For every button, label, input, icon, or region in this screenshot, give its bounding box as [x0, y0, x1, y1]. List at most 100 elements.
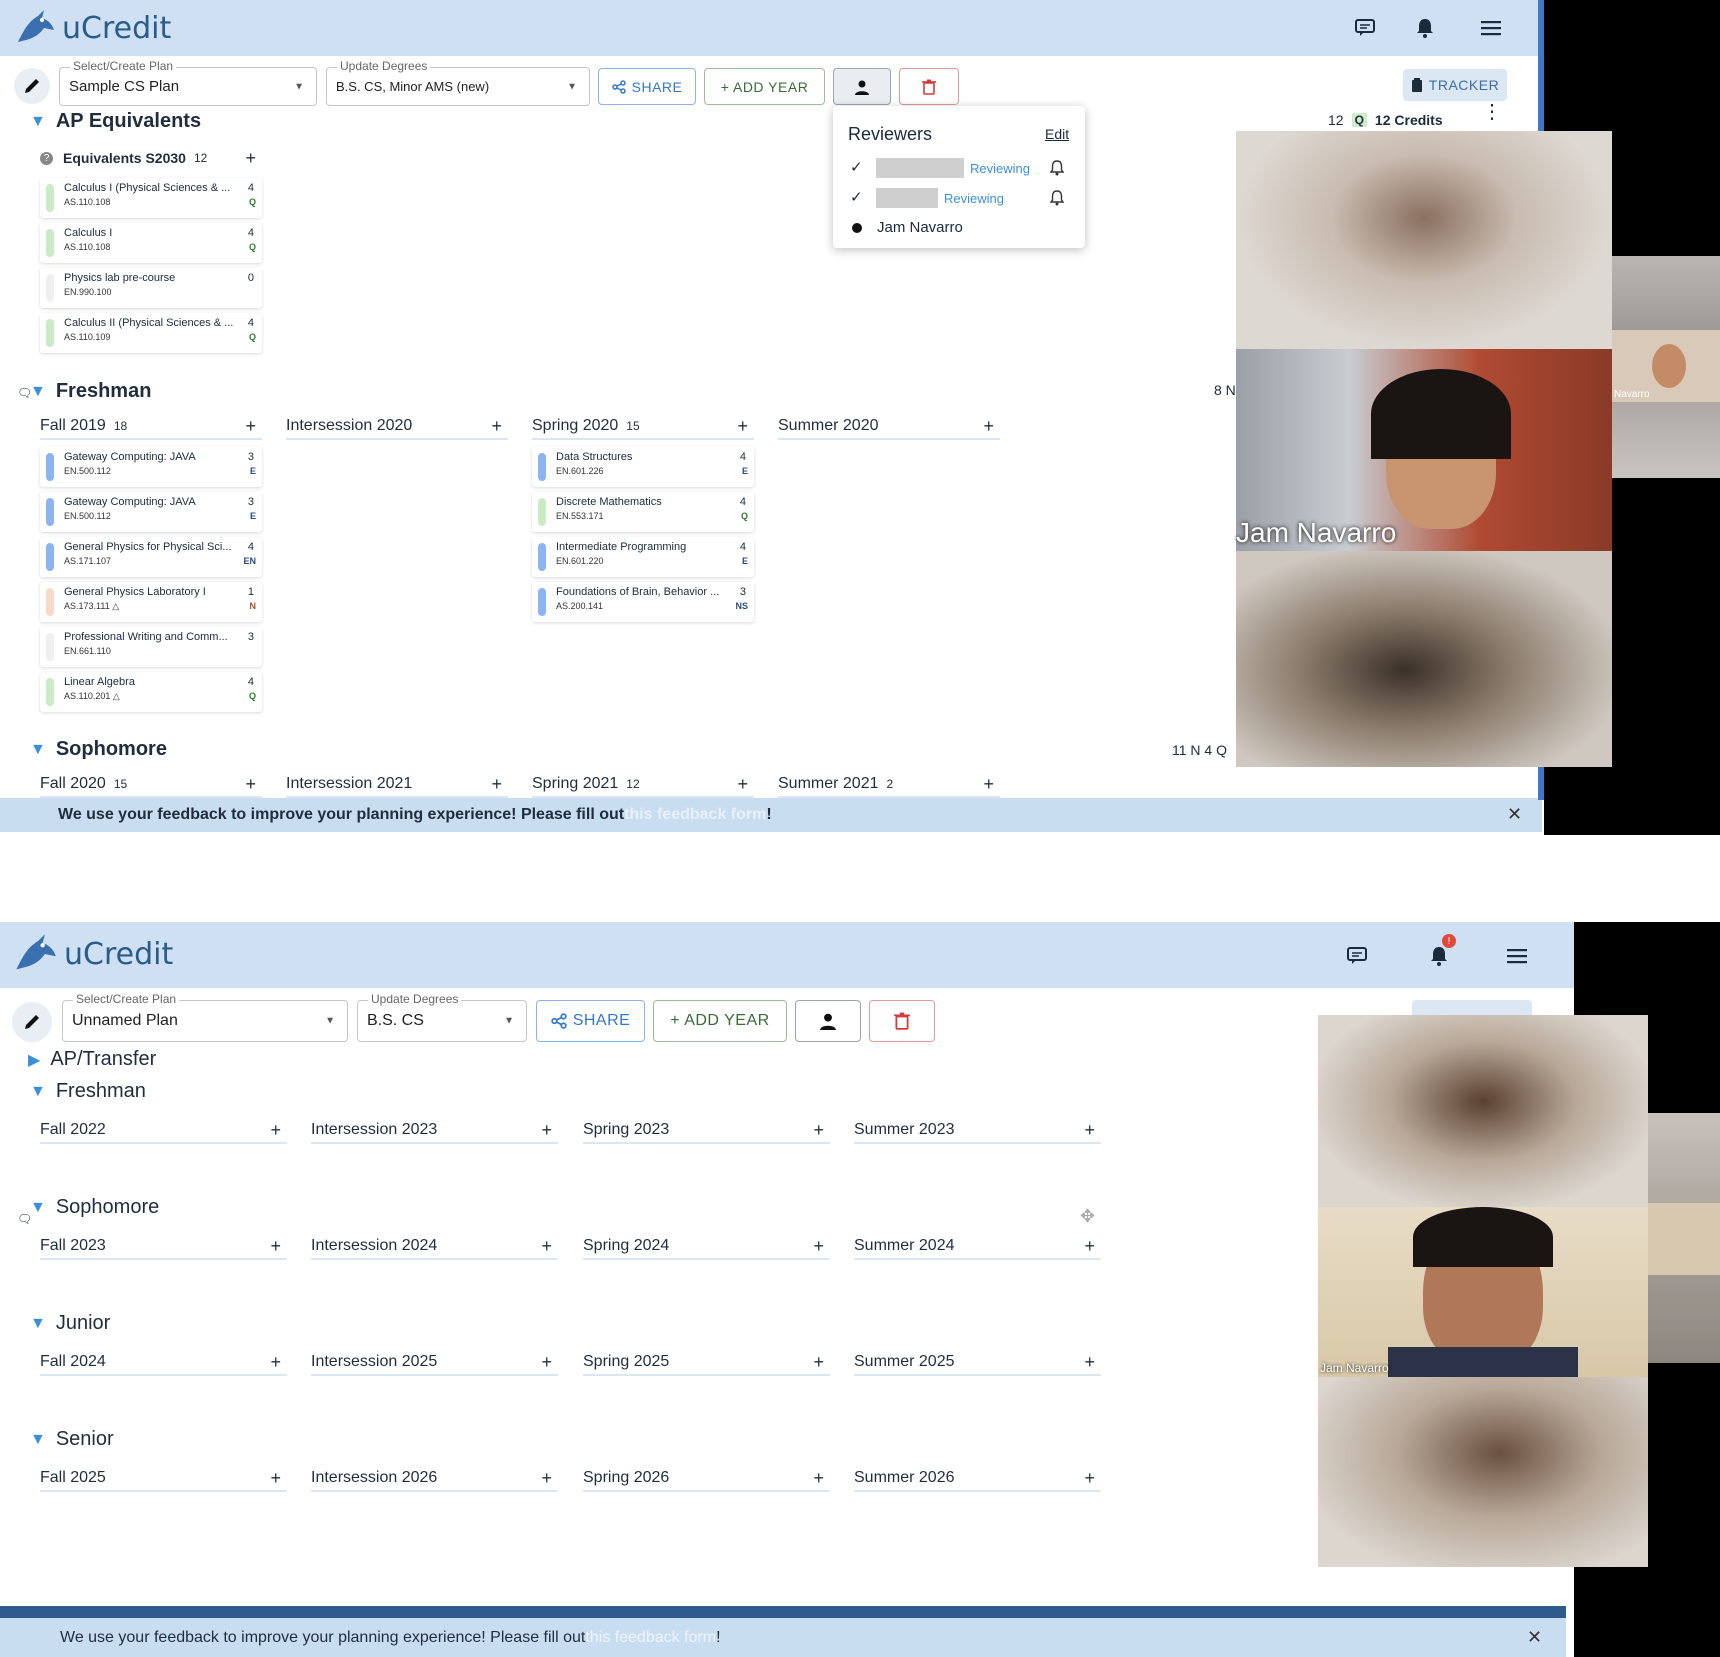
reviewers-button[interactable]: [795, 1000, 861, 1042]
course-card[interactable]: Gateway Computing: JAVA EN.500.112 3 E: [40, 492, 262, 532]
course-card[interactable]: Linear Algebra AS.110.201 △ 4 Q: [40, 672, 262, 712]
comment-icon[interactable]: [1342, 942, 1372, 970]
feedback-link[interactable]: this feedback form: [624, 806, 766, 824]
collapse-icon: ▼: [30, 740, 46, 758]
reviewers-edit-link[interactable]: Edit: [1045, 126, 1069, 142]
add-course-icon[interactable]: +: [541, 1352, 552, 1373]
course-title: Calculus II (Physical Sciences & ...: [64, 317, 234, 329]
add-course-icon[interactable]: +: [270, 1468, 281, 1489]
course-area: E: [741, 556, 748, 566]
reviewers-button[interactable]: [833, 68, 891, 105]
semester-header: Summer 2025 +: [854, 1350, 1101, 1376]
plan-select[interactable]: Select/Create Plan Unnamed Plan ▼: [62, 992, 348, 1042]
add-year-button[interactable]: + ADD YEAR: [704, 68, 825, 105]
add-course-icon[interactable]: +: [541, 1468, 552, 1489]
add-course-icon[interactable]: +: [983, 416, 994, 437]
add-course-icon[interactable]: +: [1084, 1236, 1095, 1257]
bell-icon[interactable]: [1050, 160, 1064, 176]
course-card[interactable]: Physics lab pre-course EN.990.100 0: [40, 268, 262, 308]
add-course-icon[interactable]: +: [270, 1120, 281, 1141]
course-card[interactable]: Calculus I AS.110.108 4 Q: [40, 223, 262, 263]
add-course-icon[interactable]: +: [983, 774, 994, 795]
add-course-icon[interactable]: +: [541, 1120, 552, 1141]
course-number: AS.200.141: [556, 601, 604, 611]
add-course-icon[interactable]: +: [541, 1236, 552, 1257]
year-section-header[interactable]: ▼ Junior: [30, 1312, 110, 1335]
add-course-icon[interactable]: +: [245, 416, 256, 437]
course-card[interactable]: Gateway Computing: JAVA EN.500.112 3 E: [40, 447, 262, 487]
add-course-icon[interactable]: +: [491, 416, 502, 437]
collapse-icon: ▼: [30, 1314, 46, 1332]
edit-plan-name-button[interactable]: [12, 1002, 52, 1042]
course-number: EN.601.226: [556, 466, 604, 476]
close-icon[interactable]: ✕: [1527, 1627, 1542, 1648]
add-year-button[interactable]: + ADD YEAR: [653, 1000, 787, 1042]
info-icon[interactable]: ?: [40, 151, 53, 165]
video-tile-blurred: [1318, 1377, 1648, 1567]
share-button[interactable]: SHARE: [536, 1000, 645, 1042]
bell-icon[interactable]: [1050, 190, 1064, 206]
degree-select[interactable]: Update Degrees B.S. CS, Minor AMS (new) …: [326, 59, 590, 106]
course-color-bar: [538, 588, 546, 616]
tracker-button[interactable]: TRACKER: [1403, 69, 1507, 101]
add-course-icon[interactable]: +: [737, 416, 748, 437]
semester-name: Fall 2022: [40, 1121, 106, 1138]
add-course-icon[interactable]: +: [245, 148, 256, 169]
course-card[interactable]: Data Structures EN.601.226 4 E: [532, 447, 754, 487]
degree-select[interactable]: Update Degrees B.S. CS ▼: [357, 992, 527, 1042]
comment-icon[interactable]: [1350, 14, 1380, 42]
course-card[interactable]: Discrete Mathematics EN.553.171 4 Q: [532, 492, 754, 532]
edit-plan-name-button[interactable]: [14, 68, 50, 104]
add-course-icon[interactable]: +: [813, 1120, 824, 1141]
year-section-header[interactable]: ▼ Senior: [30, 1428, 114, 1451]
delete-plan-button[interactable]: [899, 68, 959, 105]
delete-plan-button[interactable]: [869, 1000, 935, 1042]
hamburger-menu-icon[interactable]: [1476, 14, 1506, 42]
semester-header: Summer 2026 +: [854, 1466, 1101, 1492]
bell-icon[interactable]: !: [1424, 934, 1456, 970]
logo[interactable]: uCredit: [14, 8, 171, 48]
course-card[interactable]: Professional Writing and Comm... EN.661.1…: [40, 627, 262, 667]
add-course-icon[interactable]: +: [813, 1236, 824, 1257]
add-course-icon[interactable]: +: [1084, 1468, 1095, 1489]
course-card[interactable]: Intermediate Programming EN.601.220 4 E: [532, 537, 754, 577]
add-course-icon[interactable]: +: [813, 1468, 824, 1489]
add-course-icon[interactable]: +: [270, 1352, 281, 1373]
add-course-icon[interactable]: +: [491, 774, 502, 795]
drag-handle-icon[interactable]: ✥: [1080, 1206, 1095, 1227]
course-credits: 3: [247, 496, 254, 508]
course-number: AS.110.201 △: [64, 691, 120, 701]
course-number: AS.110.108: [64, 242, 111, 252]
course-color-bar: [46, 543, 54, 571]
year-section-header[interactable]: ▼ Freshman: [30, 1080, 146, 1103]
add-course-icon[interactable]: +: [245, 774, 256, 795]
reviewers-popup: Reviewers Edit ✓ Reviewing ✓ Reviewing J…: [833, 106, 1085, 248]
feedback-link[interactable]: this feedback form: [585, 1629, 716, 1647]
feedback-banner: We use your feedback to improve your pla…: [0, 798, 1542, 832]
bell-icon[interactable]: [1410, 14, 1440, 42]
add-course-icon[interactable]: +: [813, 1352, 824, 1373]
year-sophomore[interactable]: ▼ Sophomore: [30, 738, 167, 761]
logo[interactable]: uCredit: [12, 932, 173, 976]
course-credits: 4: [739, 541, 746, 553]
hamburger-menu-icon[interactable]: [1502, 942, 1532, 970]
more-options-icon[interactable]: ⋮: [1482, 102, 1502, 122]
year-section-header[interactable]: ▼ Sophomore: [30, 1196, 159, 1219]
add-course-icon[interactable]: +: [737, 774, 748, 795]
add-course-icon[interactable]: +: [270, 1236, 281, 1257]
close-icon[interactable]: ✕: [1507, 804, 1522, 825]
plan-select[interactable]: Select/Create Plan Sample CS Plan ▼: [59, 59, 317, 106]
course-card[interactable]: Calculus I (Physical Sciences & ... AS.11…: [40, 178, 262, 218]
year-freshman[interactable]: ▼ Freshman: [30, 380, 151, 403]
share-button[interactable]: SHARE: [598, 68, 696, 105]
year-ap-equivalents[interactable]: ▼ AP Equivalents: [30, 110, 201, 133]
year-ap-transfer[interactable]: ▶ AP/Transfer: [28, 1048, 156, 1071]
add-course-icon[interactable]: +: [1084, 1120, 1095, 1141]
course-card[interactable]: General Physics for Physical Sci... AS.17…: [40, 537, 262, 577]
course-card[interactable]: General Physics Laboratory I AS.173.111 △…: [40, 582, 262, 622]
course-card[interactable]: Foundations of Brain, Behavior ... AS.200…: [532, 582, 754, 622]
app-header: uCredit !: [0, 922, 1574, 988]
course-color-bar: [46, 184, 54, 212]
add-course-icon[interactable]: +: [1084, 1352, 1095, 1373]
course-card[interactable]: Calculus II (Physical Sciences & ... AS.1…: [40, 313, 262, 353]
